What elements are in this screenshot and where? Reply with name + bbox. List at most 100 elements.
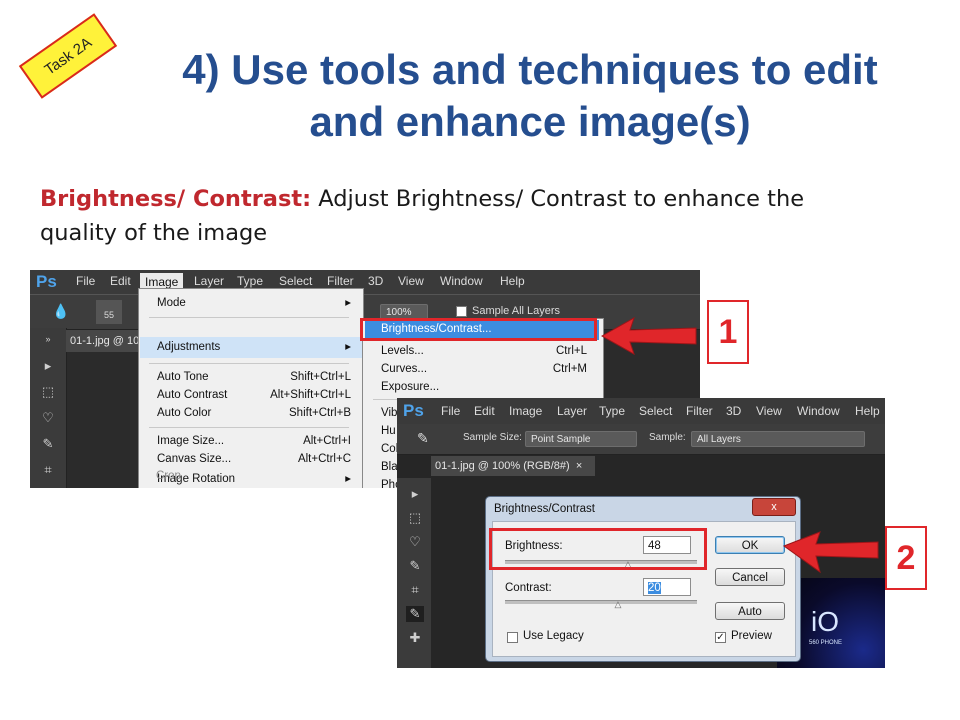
menu-filter[interactable]: Filter [686,404,713,420]
contrast-label: Contrast: [505,582,552,594]
menu-item-crop[interactable]: Crop [156,470,181,482]
slide-title-line2: and enhance image(s) [309,98,751,145]
menu-item-exposure[interactable]: Exposure... [381,381,439,393]
slide-description: Brightness/ Contrast: Adjust Brightness/… [40,182,920,250]
menu-separator [149,363,349,364]
menu-item-canvas-size[interactable]: Canvas Size... [157,453,231,465]
tools-panel: » ▸ ⬚ ♡ ✎ ⌗ [30,328,67,488]
document-tab[interactable]: 01-1.jpg @ 100% (RGB/8#) × [431,456,595,476]
image-menu-dropdown: Mode ▸ Adjustments ▸ Auto Tone Shift+Ctr… [138,288,364,488]
photoshop-logo: Ps [36,272,57,291]
ok-button[interactable]: OK [715,536,785,554]
menu-item-black-white[interactable]: Bla [381,461,398,473]
sample-size-label: Sample Size: [463,432,522,443]
dialog-title: Brightness/Contrast [494,503,595,515]
submenu-arrow-icon: ▸ [345,341,351,353]
move-tool-icon[interactable]: ▸ [406,486,424,502]
menu-item-auto-contrast[interactable]: Auto Contrast [157,389,227,401]
menu-edit[interactable]: Edit [474,404,495,420]
sample-all-layers-checkbox[interactable] [456,306,467,317]
menu-item-image-size[interactable]: Image Size... [157,435,224,447]
shortcut-auto-color: Shift+Ctrl+B [289,407,351,419]
move-tool-icon[interactable]: ▸ [39,358,57,374]
canvas-subtext: 560 PHONE [809,640,843,646]
cancel-button[interactable]: Cancel [715,568,785,586]
menu-3d[interactable]: 3D [726,404,741,420]
contrast-input[interactable]: 20 [643,578,691,596]
menu-edit[interactable]: Edit [110,274,131,290]
sample-value: All Layers [697,434,741,445]
panel-collapse-icon[interactable]: » [39,334,57,350]
menu-view[interactable]: View [398,274,424,290]
slide-title-line1: 4) Use tools and techniques to edit [182,46,878,93]
menu-item-auto-tone[interactable]: Auto Tone [157,371,209,383]
shortcut-canvas-size: Alt+Ctrl+C [297,453,351,465]
menu-image[interactable]: Image [509,404,542,420]
arrow-1-icon [600,316,697,356]
preview-checkbox[interactable]: ✓ [715,632,726,643]
use-legacy-label: Use Legacy [523,630,584,642]
menu-help[interactable]: Help [500,274,525,290]
menu-item-vibrance[interactable]: Vib [381,407,397,419]
highlight-box-brightness [489,528,707,570]
menu-layer[interactable]: Layer [557,404,587,420]
menu-item-auto-color[interactable]: Auto Color [157,407,211,419]
task-tag: Task 2A [18,13,118,99]
sample-select[interactable]: All Layers [691,431,865,447]
auto-button[interactable]: Auto [715,602,785,620]
shortcut-image-size: Alt+Ctrl+I [303,435,351,447]
use-legacy-checkbox[interactable] [507,632,518,643]
quick-select-tool-icon[interactable]: ✎ [406,558,424,574]
menu-file[interactable]: File [76,274,95,290]
eyedropper-icon[interactable]: 💧 [52,303,69,320]
eyedropper-tool-icon[interactable]: ✎ [406,606,424,622]
contrast-slider[interactable] [505,600,697,604]
lasso-tool-icon[interactable]: ♡ [39,410,57,426]
marquee-tool-icon[interactable]: ⬚ [406,510,424,526]
tools-panel: ▸ ⬚ ♡ ✎ ⌗ ✎ ✚ [397,478,431,668]
menu-help[interactable]: Help [855,404,880,420]
step-marker-2: 2 [885,526,927,590]
menu-item-curves[interactable]: Curves... [381,363,427,375]
shortcut-curves: Ctrl+M [552,363,587,375]
submenu-arrow-icon: ▸ [345,297,351,309]
arrow-2-icon [782,531,879,574]
highlight-box-brightness-contrast [360,318,597,341]
menu-select[interactable]: Select [639,404,672,420]
menu-item-color-balance[interactable]: Col [381,443,398,455]
menu-item-levels[interactable]: Levels... [381,345,424,357]
canvas-text: iO [811,606,839,637]
slide-title: 4) Use tools and techniques to edit and … [120,44,940,148]
contrast-slider-thumb[interactable]: △ [613,600,623,609]
dialog-close-button[interactable]: x [752,498,796,516]
menu-item-adjustments[interactable]: Adjustments [157,341,220,353]
shortcut-levels: Ctrl+L [556,345,587,357]
sample-label: Sample: [649,432,686,443]
eyedropper-icon[interactable]: ✎ [417,430,429,447]
description-rest: Adjust Brightness/ Contrast to enhance t… [311,186,805,212]
menu-type[interactable]: Type [599,404,625,420]
shortcut-auto-contrast: Alt+Shift+Ctrl+L [270,389,351,401]
lasso-tool-icon[interactable]: ♡ [406,534,424,550]
menu-file[interactable]: File [441,404,460,420]
brush-size-value: 55 [103,310,114,320]
sample-size-select[interactable]: Point Sample [525,431,637,447]
close-tab-icon[interactable]: × [576,460,582,472]
preview-label: Preview [731,630,772,642]
menu-separator [149,427,349,428]
healing-brush-tool-icon[interactable]: ✚ [406,630,424,646]
photoshop-logo: Ps [403,401,424,420]
menu-3d[interactable]: 3D [368,274,383,290]
crop-tool-icon[interactable]: ⌗ [39,462,57,478]
menu-bar: Ps File Edit Image Layer Type Select Fil… [397,398,885,424]
menu-item-mode[interactable]: Mode [157,297,186,309]
menu-window[interactable]: Window [797,404,840,420]
menu-view[interactable]: View [756,404,782,420]
menu-window[interactable]: Window [440,274,483,290]
zoom-value: 100% [386,307,412,318]
brush-size-swatch[interactable]: 55 [96,300,122,324]
quick-select-tool-icon[interactable]: ✎ [39,436,57,452]
menu-item-hue[interactable]: Hu [381,425,396,437]
crop-tool-icon[interactable]: ⌗ [406,582,424,598]
marquee-tool-icon[interactable]: ⬚ [39,384,57,400]
